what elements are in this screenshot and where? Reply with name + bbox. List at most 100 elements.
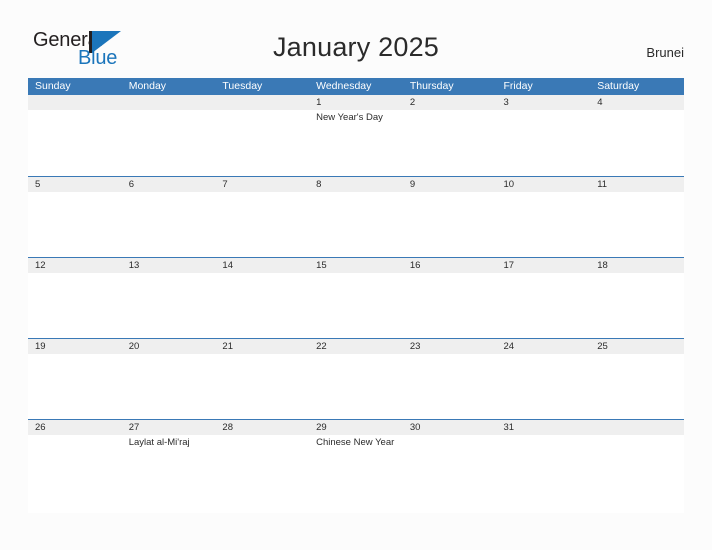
day-cell-27[interactable]: Laylat al-Mi'raj — [122, 435, 216, 513]
day-cell-29[interactable]: Chinese New Year — [309, 435, 403, 513]
calendar-week-row: 1 2 3 4 New Year's Day — [28, 95, 684, 176]
day-cell-26[interactable] — [28, 435, 122, 513]
weekday-header-sunday: Sunday — [35, 80, 71, 92]
day-cell-11[interactable] — [590, 192, 684, 258]
day-cell-5[interactable] — [28, 192, 122, 258]
weekday-header-tuesday: Tuesday — [222, 80, 263, 92]
day-cell-20[interactable] — [122, 354, 216, 420]
day-cell-12[interactable] — [28, 273, 122, 339]
day-number-empty — [28, 95, 122, 110]
holiday-label: New Year's Day — [316, 112, 383, 123]
day-number-27[interactable]: 27 — [122, 420, 216, 435]
calendar-week-row: 26 27 28 29 30 31 Laylat al-Mi'raj Chinese New … — [28, 419, 684, 513]
day-number-24[interactable]: 24 — [497, 339, 591, 354]
day-cell-3[interactable] — [497, 110, 591, 176]
weekday-header-monday: Monday — [128, 80, 167, 92]
day-number-22[interactable]: 22 — [309, 339, 403, 354]
day-cell-24[interactable] — [497, 354, 591, 420]
page-header: General Blue January 2025 Brunei — [0, 0, 712, 78]
day-cell-14[interactable] — [215, 273, 309, 339]
weekday-header-row: Sunday Monday Tuesday Wednesday Thursday Frid… — [28, 78, 684, 95]
day-number-16[interactable]: 16 — [403, 258, 497, 273]
week-event-band — [28, 273, 684, 339]
day-cell-17[interactable] — [497, 273, 591, 339]
day-number-20[interactable]: 20 — [122, 339, 216, 354]
day-number-15[interactable]: 15 — [309, 258, 403, 273]
day-cell-16[interactable] — [403, 273, 497, 339]
day-cell-8[interactable] — [309, 192, 403, 258]
day-number-7[interactable]: 7 — [215, 177, 309, 192]
week-date-band: 26 27 28 29 30 31 — [28, 419, 684, 435]
day-cell-empty — [215, 110, 309, 176]
day-cell-10[interactable] — [497, 192, 591, 258]
day-number-26[interactable]: 26 — [28, 420, 122, 435]
day-number-17[interactable]: 17 — [497, 258, 591, 273]
weekday-header-friday: Friday — [503, 80, 533, 92]
day-number-empty — [122, 95, 216, 110]
day-number-30[interactable]: 30 — [403, 420, 497, 435]
day-number-8[interactable]: 8 — [309, 177, 403, 192]
day-number-19[interactable]: 19 — [28, 339, 122, 354]
day-number-9[interactable]: 9 — [403, 177, 497, 192]
week-date-band: 5 6 7 8 9 10 11 — [28, 176, 684, 192]
week-date-band: 19 20 21 22 23 24 25 — [28, 338, 684, 354]
day-cell-empty — [590, 435, 684, 513]
day-cell-empty — [122, 110, 216, 176]
day-number-14[interactable]: 14 — [215, 258, 309, 273]
week-event-band — [28, 354, 684, 420]
day-cell-7[interactable] — [215, 192, 309, 258]
day-cell-31[interactable] — [497, 435, 591, 513]
day-number-31[interactable]: 31 — [497, 420, 591, 435]
weekday-header-thursday: Thursday — [409, 80, 454, 92]
week-event-band: Laylat al-Mi'raj Chinese New Year — [28, 435, 684, 513]
day-number-empty — [590, 420, 684, 435]
day-number-23[interactable]: 23 — [403, 339, 497, 354]
day-number-empty — [215, 95, 309, 110]
day-number-1[interactable]: 1 — [309, 95, 403, 110]
day-number-13[interactable]: 13 — [122, 258, 216, 273]
day-cell-30[interactable] — [403, 435, 497, 513]
calendar-week-row: 5 6 7 8 9 10 11 — [28, 176, 684, 258]
day-cell-2[interactable] — [403, 110, 497, 176]
day-cell-6[interactable] — [122, 192, 216, 258]
day-cell-22[interactable] — [309, 354, 403, 420]
week-date-band: 1234 — [28, 95, 684, 110]
day-number-18[interactable]: 18 — [590, 258, 684, 273]
calendar-grid: Sunday Monday Tuesday Wednesday Thursday Frid… — [28, 78, 684, 513]
day-number-5[interactable]: 5 — [28, 177, 122, 192]
day-number-12[interactable]: 12 — [28, 258, 122, 273]
calendar-weeks: 1 2 3 4 New Year's Day 5 6 7 8 9 10 11 12 13 14 15 16 17 1… — [28, 95, 684, 513]
week-event-band — [28, 192, 684, 258]
day-number-3[interactable]: 3 — [497, 95, 591, 110]
day-cell-15[interactable] — [309, 273, 403, 339]
day-cell-19[interactable] — [28, 354, 122, 420]
day-cell-13[interactable] — [122, 273, 216, 339]
day-number-10[interactable]: 10 — [497, 177, 591, 192]
page-title: January 2025 — [272, 32, 440, 62]
day-cell-21[interactable] — [215, 354, 309, 420]
calendar-page: General Blue January 2025 Brunei Sunday M… — [0, 0, 712, 550]
day-number-2[interactable]: 2 — [403, 95, 497, 110]
holiday-label: Chinese New Year — [316, 437, 395, 448]
day-number-6[interactable]: 6 — [122, 177, 216, 192]
day-cell-23[interactable] — [403, 354, 497, 420]
day-number-4[interactable]: 4 — [590, 95, 684, 110]
day-cell-1[interactable]: New Year's Day — [309, 110, 403, 176]
day-number-28[interactable]: 28 — [215, 420, 309, 435]
day-cell-28[interactable] — [215, 435, 309, 513]
weekday-header-wednesday: Wednesday — [316, 80, 372, 92]
calendar-week-row: 19 20 21 22 23 24 25 — [28, 338, 684, 420]
day-number-11[interactable]: 11 — [590, 177, 684, 192]
day-cell-4[interactable] — [590, 110, 684, 176]
day-cell-18[interactable] — [590, 273, 684, 339]
week-date-band: 12 13 14 15 16 17 18 — [28, 257, 684, 273]
day-number-21[interactable]: 21 — [215, 339, 309, 354]
day-cell-empty — [28, 110, 122, 176]
day-cell-9[interactable] — [403, 192, 497, 258]
day-number-25[interactable]: 25 — [590, 339, 684, 354]
calendar-week-row: 12 13 14 15 16 17 18 — [28, 257, 684, 339]
day-number-29[interactable]: 29 — [309, 420, 403, 435]
country-label: Brunei — [646, 45, 684, 60]
day-cell-25[interactable] — [590, 354, 684, 420]
holiday-label: Laylat al-Mi'raj — [128, 437, 190, 448]
